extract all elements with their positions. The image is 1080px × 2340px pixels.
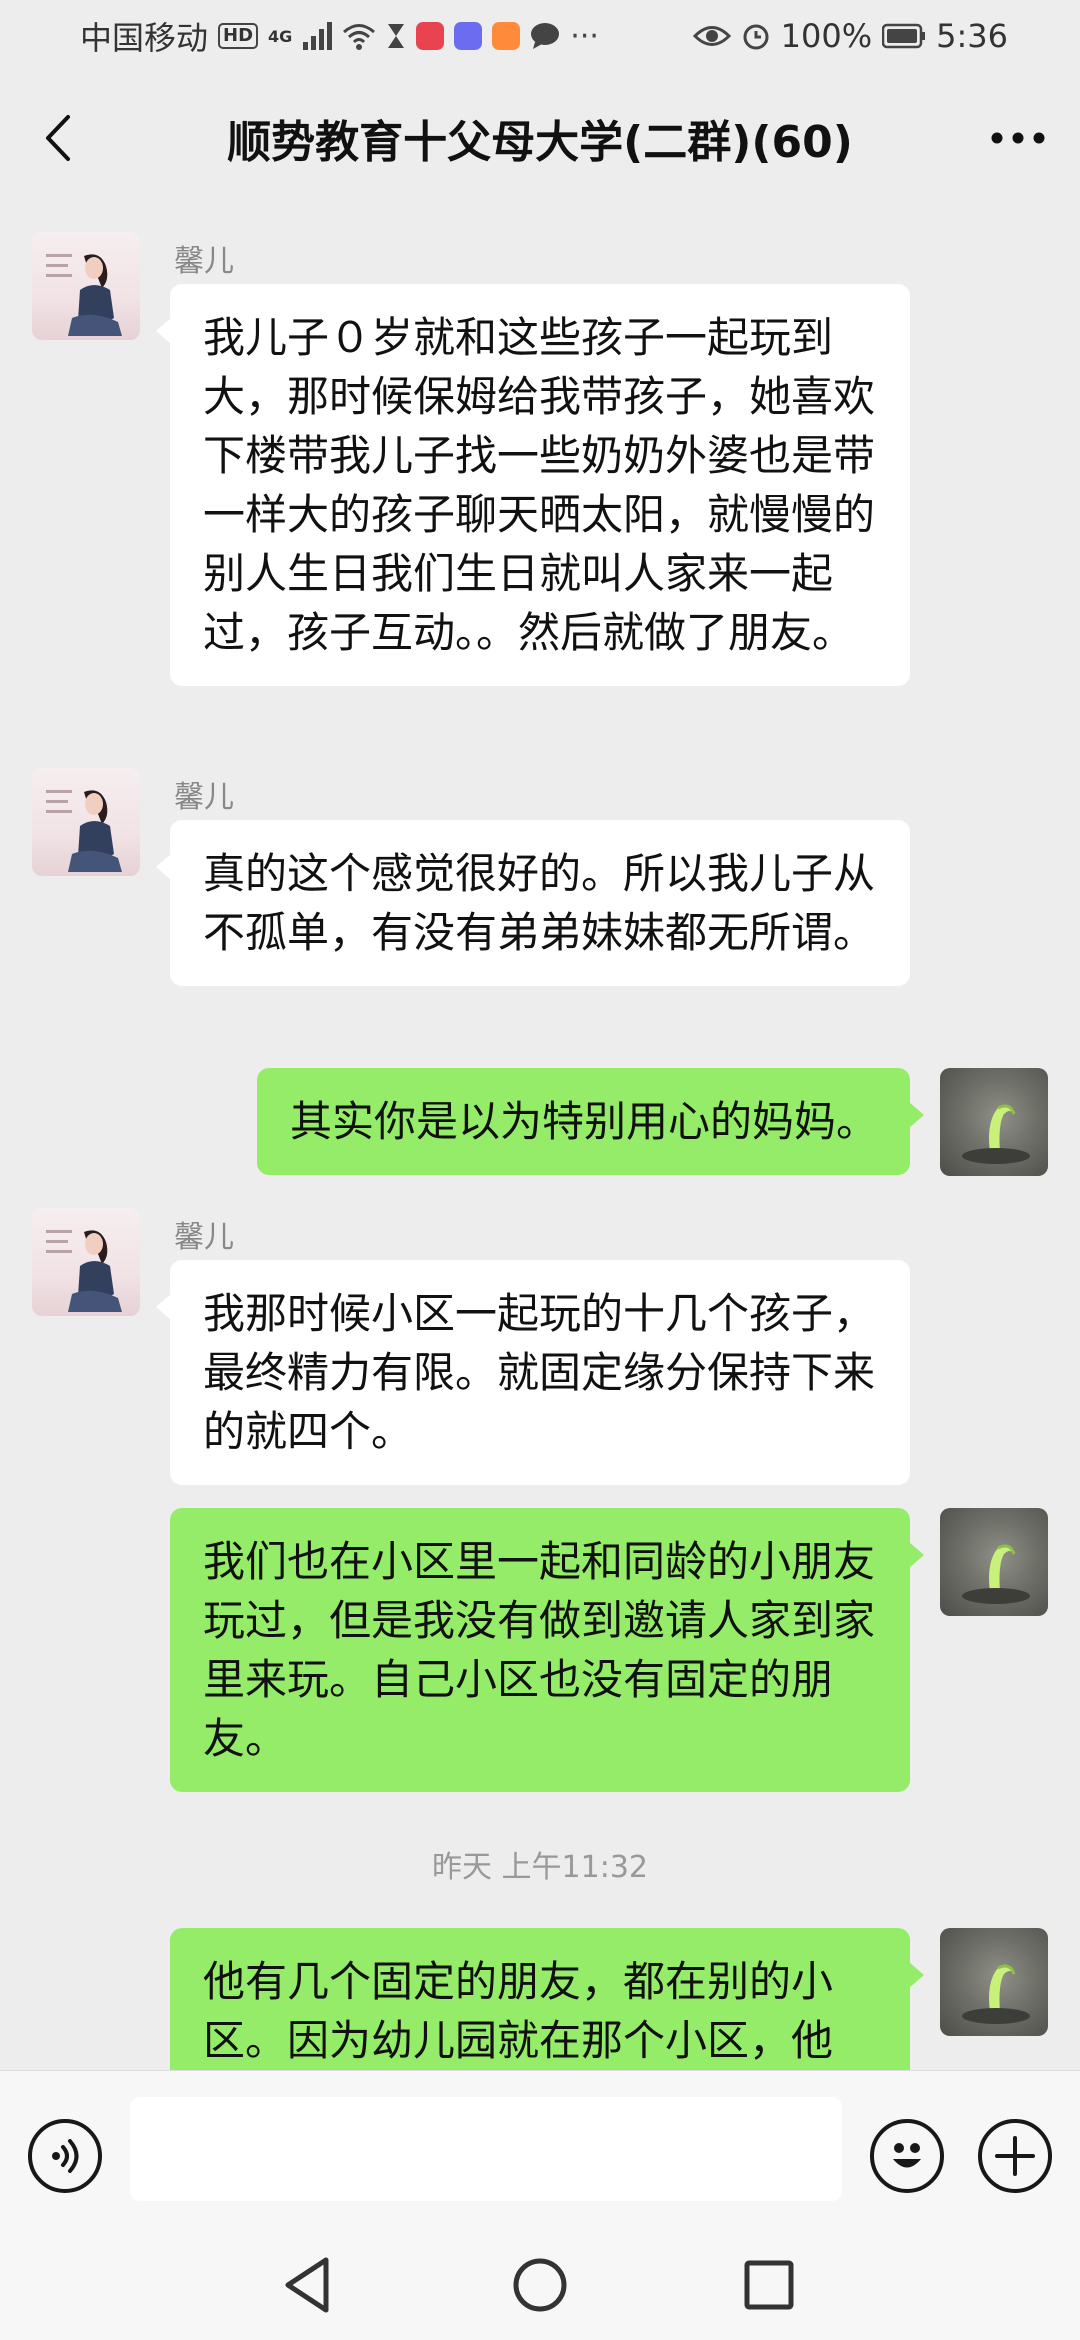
message-outgoing: 他有几个固定的朋友，都在别的小区。因为幼儿园就在那个小区，他 [0, 1928, 1080, 2070]
emoji-button[interactable] [870, 2119, 944, 2193]
message-bubble[interactable]: 我那时候小区一起玩的十几个孩子，最终精力有限。就固定缘分保持下来的就四个。 [156, 1260, 910, 1485]
message-timestamp: 昨天 上午11:32 [432, 1850, 648, 1885]
my-avatar[interactable] [940, 1928, 1048, 2036]
more-notifications-icon: ··· [570, 18, 599, 54]
eye-comfort-icon [692, 26, 731, 46]
network-type-label: 4G [268, 26, 293, 46]
battery-icon [882, 23, 926, 49]
avatar-photo-icon [46, 1230, 122, 1312]
triangle-back-icon [285, 2257, 329, 2313]
hourglass-icon [388, 24, 405, 48]
my-avatar[interactable] [940, 1068, 1048, 1176]
system-nav-bar [0, 2230, 1080, 2340]
signal-icon [303, 22, 333, 50]
message-bubble[interactable]: 他有几个固定的朋友，都在别的小区。因为幼儿园就在那个小区，他 [170, 1928, 924, 2070]
hd-badge: HD [218, 23, 259, 49]
alarm-icon [743, 24, 769, 50]
chat-bubble-icon [531, 23, 560, 49]
message-bubble[interactable]: 其实你是以为特别用心的妈妈。 [256, 1068, 925, 1175]
nav-recent-button[interactable] [736, 2252, 802, 2318]
sender-avatar[interactable] [32, 768, 140, 876]
message-outgoing: 我们也在小区里一起和同龄的小朋友玩过，但是我没有做到邀请人家到家里来玩。自己小区… [0, 1508, 1080, 1798]
my-avatar[interactable] [940, 1508, 1048, 1616]
message-outgoing: 其实你是以为特别用心的妈妈。 [0, 1068, 1080, 1178]
chat-message-list[interactable]: 馨儿 我儿子０岁就和这些孩子一起玩到大，那时候保姆给我带孩子，她喜欢下楼带我儿子… [0, 204, 1080, 2070]
sprout-photo-icon [962, 1544, 1030, 1604]
back-button[interactable] [28, 106, 88, 170]
sender-avatar[interactable] [32, 1208, 140, 1316]
chat-more-button[interactable] [980, 106, 1056, 170]
chat-header: 顺势教育十父母大学(二群)(60) [0, 72, 1080, 204]
status-left: 中国移动 HD 4G ··· [80, 13, 599, 59]
more-dots-icon [991, 132, 1045, 144]
clock: 5:36 [936, 17, 1008, 55]
voice-icon [52, 2139, 79, 2173]
square-recent-icon [744, 2260, 794, 2310]
message-incoming: 馨儿 我那时候小区一起玩的十几个孩子，最终精力有限。就固定缘分保持下来的就四个。 [0, 1208, 1080, 1485]
sender-name: 馨儿 [174, 1220, 234, 1255]
sprout-photo-icon [962, 1104, 1030, 1164]
chat-title: 顺势教育十父母大学(二群)(60) [227, 117, 853, 168]
app-notification-red-icon [416, 22, 445, 50]
message-bubble[interactable]: 我儿子０岁就和这些孩子一起玩到大，那时候保姆给我带孩子，她喜欢下楼带我儿子找一些… [156, 284, 910, 686]
nav-home-button[interactable] [507, 2252, 573, 2318]
message-input[interactable] [130, 2097, 842, 2201]
sender-name: 馨儿 [174, 244, 234, 279]
message-incoming: 馨儿 我儿子０岁就和这些孩子一起玩到大，那时候保姆给我带孩子，她喜欢下楼带我儿子… [0, 232, 1080, 742]
plus-icon [995, 2136, 1035, 2176]
sender-name: 馨儿 [174, 780, 234, 815]
nav-back-button[interactable] [276, 2252, 342, 2318]
carrier-label: 中国移动 [80, 19, 209, 57]
avatar-photo-icon [46, 790, 122, 872]
input-bar [0, 2070, 1080, 2230]
voice-button[interactable] [28, 2119, 102, 2193]
sender-avatar[interactable] [32, 232, 140, 340]
wifi-icon [343, 24, 376, 50]
more-actions-button[interactable] [978, 2119, 1052, 2193]
emoji-icon [893, 2143, 921, 2168]
avatar-photo-icon [46, 254, 122, 336]
chevron-left-icon [46, 115, 70, 161]
circle-home-icon [513, 2258, 567, 2312]
message-incoming: 馨儿 真的这个感觉很好的。所以我儿子从不孤单，有没有弟弟妹妹都无所谓。 [0, 768, 1080, 1038]
app-notification-orange-icon [492, 22, 521, 50]
battery-percent: 100% [780, 17, 873, 55]
status-bar: 中国移动 HD 4G ··· 100% 5:36 [0, 0, 1080, 72]
sprout-photo-icon [962, 1964, 1030, 2024]
app-notification-blue-icon [454, 22, 483, 50]
status-right: 100% 5:36 [692, 17, 1008, 55]
message-bubble[interactable]: 真的这个感觉很好的。所以我儿子从不孤单，有没有弟弟妹妹都无所谓。 [156, 820, 910, 986]
message-bubble[interactable]: 我们也在小区里一起和同龄的小朋友玩过，但是我没有做到邀请人家到家里来玩。自己小区… [170, 1508, 924, 1792]
